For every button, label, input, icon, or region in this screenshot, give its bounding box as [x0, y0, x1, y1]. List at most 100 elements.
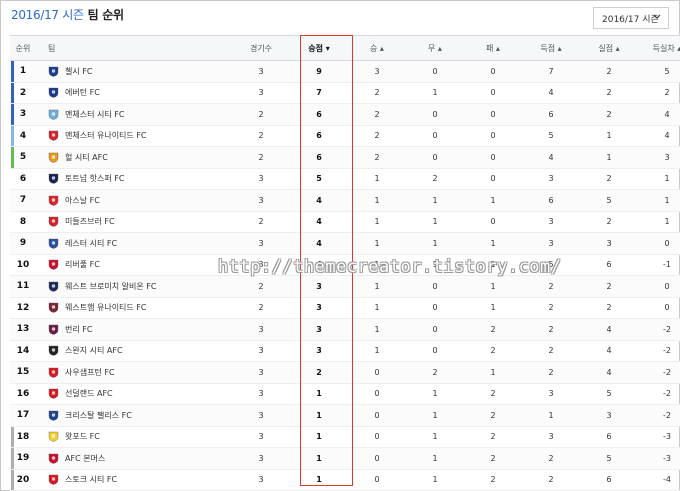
rank-value: 4 — [19, 130, 27, 141]
team-name[interactable]: 선덜랜드 AFC — [65, 388, 113, 399]
table-row[interactable]: 12 웨스트햄 유나이티드 FC 2 3 1 0 1 2 2 0 — [10, 297, 680, 319]
table-row[interactable]: 6 토트넘 핫스퍼 FC 3 5 1 2 0 3 2 1 — [10, 168, 680, 190]
team-name[interactable]: AFC 본머스 — [65, 453, 105, 464]
table-row[interactable]: 15 사우샘프턴 FC 3 2 0 2 1 2 4 -2 — [10, 361, 680, 384]
team-cell[interactable]: 헐 시티 AFC — [36, 146, 232, 169]
team-cell[interactable]: 아스날 FC — [36, 189, 232, 212]
table-row[interactable]: 19 AFC 본머스 3 1 0 1 2 2 5 -3 — [10, 447, 680, 470]
table-row[interactable]: 11 웨스트 브로미치 알비온 FC 2 3 1 0 1 2 2 0 — [10, 275, 680, 298]
table-row[interactable]: 14 스완지 시티 AFC 3 3 1 0 2 2 4 -2 — [10, 340, 680, 362]
goals-for-cell: 2 — [522, 361, 580, 384]
team-name[interactable]: 웨스트 브로미치 알비온 FC — [65, 281, 156, 292]
losses-cell: 1 — [464, 232, 522, 255]
team-name[interactable]: 리버풀 FC — [65, 259, 100, 270]
column-header-played[interactable]: 경기수 — [232, 35, 290, 61]
games-played-cell: 3 — [232, 318, 290, 341]
table-row[interactable]: 4 맨체스터 유나이티드 FC 2 6 2 0 0 5 1 4 — [10, 125, 680, 147]
rank-value: 16 — [16, 388, 30, 399]
goals-against-cell: 4 — [580, 318, 638, 341]
table-row[interactable]: 9 레스터 시티 FC 3 4 1 1 1 3 3 0 — [10, 232, 680, 255]
team-cell[interactable]: 스토크 시티 FC — [36, 469, 232, 491]
team-name[interactable]: 토트넘 핫스퍼 FC — [65, 173, 124, 184]
rank-value: 10 — [16, 259, 30, 270]
goals-against-cell: 4 — [580, 361, 638, 384]
team-name[interactable]: 스완지 시티 AFC — [65, 345, 123, 356]
goals-against-cell: 2 — [580, 211, 638, 233]
team-name[interactable]: 웨스트햄 유나이티드 FC — [65, 302, 147, 313]
rank-cell: 15 — [10, 361, 36, 384]
hull-city-crest-icon — [48, 152, 59, 163]
team-cell[interactable]: 스완지 시티 AFC — [36, 340, 232, 362]
rank-cell: 14 — [10, 340, 36, 362]
table-header-row: 순위 팀 경기수 승점 ▾ 승 ▴ 무 ▴ 패 ▴ 득점 ▴ 실점 ▴ 득실차 … — [10, 35, 680, 61]
rank-cell: 4 — [10, 125, 36, 147]
games-played-cell: 2 — [232, 297, 290, 319]
team-name[interactable]: 에버턴 FC — [65, 87, 100, 98]
team-name[interactable]: 스토크 시티 FC — [65, 474, 117, 485]
games-played-cell: 2 — [232, 275, 290, 298]
column-header-losses[interactable]: 패 ▴ — [464, 35, 522, 61]
wins-cell: 1 — [348, 232, 406, 255]
draws-cell: 0 — [406, 340, 464, 362]
team-cell[interactable]: 레스터 시티 FC — [36, 232, 232, 255]
team-name[interactable]: 번리 FC — [65, 324, 92, 335]
team-name[interactable]: 사우샘프턴 FC — [65, 367, 115, 378]
rank-cell: 17 — [10, 404, 36, 427]
column-header-goals-against[interactable]: 실점 ▴ — [580, 35, 638, 61]
column-header-wins[interactable]: 승 ▴ — [348, 35, 406, 61]
column-header-goals-for[interactable]: 득점 ▴ — [522, 35, 580, 61]
team-cell[interactable]: 리버풀 FC — [36, 254, 232, 276]
team-name[interactable]: 크리스탈 팰리스 FC — [65, 410, 132, 421]
team-cell[interactable]: 웨스트햄 유나이티드 FC — [36, 297, 232, 319]
column-header-points[interactable]: 승점 ▾ — [290, 35, 348, 61]
team-cell[interactable]: 웨스트 브로미치 알비온 FC — [36, 275, 232, 298]
team-cell[interactable]: 에버턴 FC — [36, 82, 232, 104]
team-name[interactable]: 아스날 FC — [65, 195, 100, 206]
wins-cell: 0 — [348, 361, 406, 384]
draws-cell: 1 — [406, 426, 464, 448]
table-row[interactable]: 1 첼시 FC 3 9 3 0 0 7 2 5 — [10, 60, 680, 83]
goal-diff-cell: -2 — [638, 340, 680, 362]
team-name[interactable]: 맨체스터 시티 FC — [65, 109, 124, 120]
team-cell[interactable]: AFC 본머스 — [36, 447, 232, 470]
table-row[interactable]: 17 크리스탈 팰리스 FC 3 1 0 1 2 1 3 -2 — [10, 404, 680, 427]
page-title: 2016/17 시즌 팀 순위 — [11, 6, 124, 23]
team-cell[interactable]: 미들즈브러 FC — [36, 211, 232, 233]
team-cell[interactable]: 번리 FC — [36, 318, 232, 341]
team-cell[interactable]: 맨체스터 유나이티드 FC — [36, 125, 232, 147]
team-name[interactable]: 미들즈브러 FC — [65, 216, 115, 227]
team-name[interactable]: 헐 시티 AFC — [65, 152, 108, 163]
table-row[interactable]: 7 아스날 FC 3 4 1 1 1 6 5 1 — [10, 189, 680, 212]
rank-value: 15 — [16, 367, 30, 378]
draws-cell: 1 — [406, 82, 464, 104]
goals-against-cell: 2 — [580, 103, 638, 126]
points-cell: 4 — [290, 189, 348, 212]
team-cell[interactable]: 첼시 FC — [36, 60, 232, 83]
table-row[interactable]: 3 맨체스터 시티 FC 2 6 2 0 0 6 2 4 — [10, 103, 680, 126]
table-row[interactable]: 16 선덜랜드 AFC 3 1 0 1 2 3 5 -2 — [10, 383, 680, 405]
team-cell[interactable]: 왓포드 FC — [36, 426, 232, 448]
team-name[interactable]: 레스터 시티 FC — [65, 238, 117, 249]
team-cell[interactable]: 사우샘프턴 FC — [36, 361, 232, 384]
team-cell[interactable]: 토트넘 핫스퍼 FC — [36, 168, 232, 190]
table-row[interactable]: 5헐 시티 AFC 2 6 2 0 0 4 1 3 — [10, 146, 680, 169]
team-cell[interactable]: 선덜랜드 AFC — [36, 383, 232, 405]
table-row[interactable]: 20 스토크 시티 FC 3 1 0 1 2 2 6 -4 — [10, 469, 680, 491]
season-dropdown[interactable]: 2016/17 시즌 — [593, 7, 669, 29]
table-row[interactable]: 2 에버턴 FC 3 7 2 1 0 4 2 2 — [10, 82, 680, 104]
team-name[interactable]: 첼시 FC — [65, 66, 92, 77]
swansea-crest-icon — [48, 345, 59, 356]
team-name[interactable]: 맨체스터 유나이티드 FC — [65, 130, 147, 141]
rank-indicator-bar — [11, 147, 14, 168]
team-name[interactable]: 왓포드 FC — [65, 431, 100, 442]
team-cell[interactable]: 크리스탈 팰리스 FC — [36, 404, 232, 427]
points-cell: 1 — [290, 383, 348, 405]
table-row[interactable]: 18 왓포드 FC 3 1 0 1 2 3 6 -3 — [10, 426, 680, 448]
column-header-draws[interactable]: 무 ▴ — [406, 35, 464, 61]
column-header-team: 팀 — [36, 35, 232, 61]
table-row[interactable]: 8 미들즈브러 FC 2 4 1 1 0 3 2 1 — [10, 211, 680, 233]
table-row[interactable]: 13 번리 FC 3 3 1 0 2 2 4 -2 — [10, 318, 680, 341]
column-header-goal-diff[interactable]: 득실차 ▴ — [638, 35, 680, 61]
goals-for-cell: 3 — [522, 168, 580, 190]
team-cell[interactable]: 맨체스터 시티 FC — [36, 103, 232, 126]
